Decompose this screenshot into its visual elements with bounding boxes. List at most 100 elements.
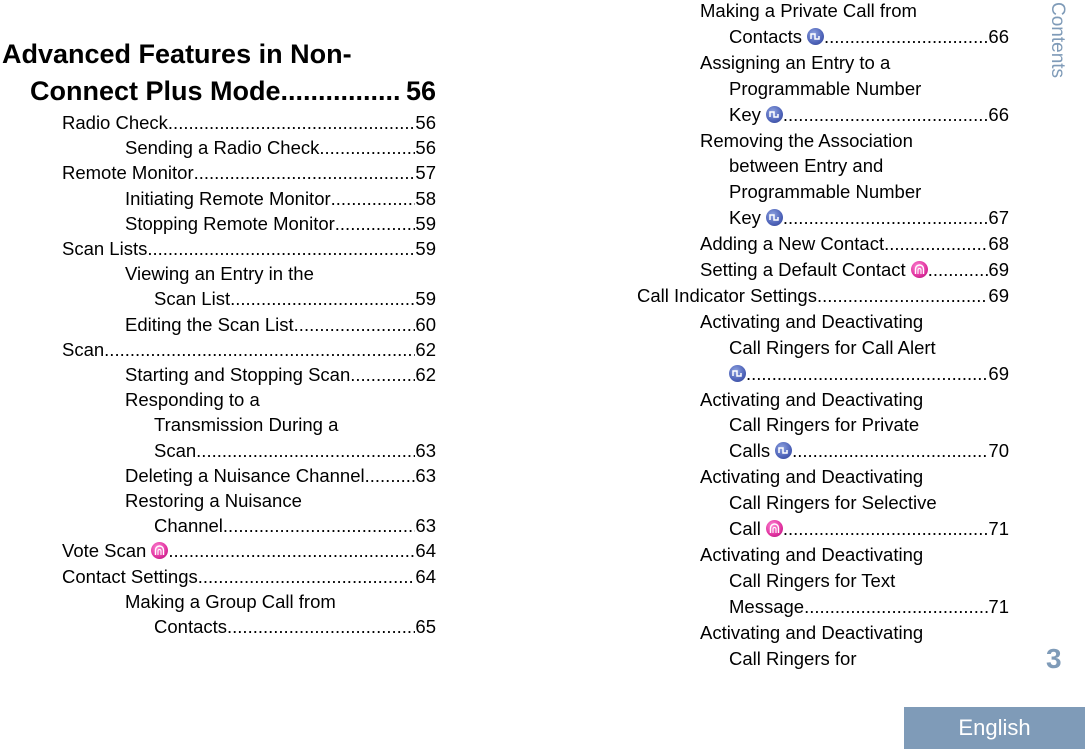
toc-entry-page: 63 [415, 515, 436, 537]
leader-dots: ........................................… [824, 25, 989, 47]
toc-entry[interactable]: Stopping Remote Monitor.................… [125, 211, 436, 236]
section-heading-line1: Advanced Features in Non- [2, 39, 352, 69]
toc-entry: Call Ringers for Call Alert [729, 335, 1009, 360]
toc-entry-page: 69 [988, 362, 1009, 384]
section-heading-entry[interactable]: Connect Plus Mode ......................… [30, 73, 436, 109]
toc-entry[interactable]: Adding a New Contact....................… [700, 231, 1009, 256]
toc-entry-title: Responding to a [125, 389, 260, 411]
toc-entry-title: Contacts [729, 25, 803, 47]
toc-entry-title: Activating and Deactivating [700, 543, 924, 565]
toc-entry-title: Setting a Default Contact [700, 259, 906, 280]
blue-digital-icon [729, 364, 746, 382]
toc-entry-title: Making a Private Call from [700, 0, 917, 21]
toc-entry[interactable]: Vote Scan...............................… [62, 538, 436, 563]
toc-entry-title: Call Ringers for [729, 647, 857, 669]
leader-dots: ........................................… [804, 595, 988, 617]
toc-entry: Assigning an Entry to a [700, 50, 1009, 75]
toc-entry-title: Key [729, 207, 761, 229]
toc-entry: Transmission During a [154, 412, 436, 437]
toc-entry-page: 68 [988, 233, 1009, 255]
toc-entry-page: 60 [415, 313, 436, 335]
toc-entry[interactable]: Contacts................................… [154, 614, 436, 639]
toc-entry-title: Activating and Deactivating [700, 310, 924, 332]
toc-entry-page: 59 [415, 288, 436, 310]
toc-entry: Viewing an Entry in the [125, 261, 436, 286]
toc-entry-title: Making a Group Call from [125, 590, 336, 612]
toc-entry[interactable]: Contacts................................… [729, 24, 1009, 49]
toc-entry[interactable]: Call....................................… [729, 516, 1009, 541]
language-tab-label: English [958, 715, 1031, 740]
toc-entry[interactable]: Scan....................................… [62, 337, 436, 362]
toc-entry-title: Channel [154, 515, 223, 537]
leader-dots: ........................................… [197, 565, 416, 587]
toc-entry[interactable]: Editing the Scan List...................… [125, 312, 436, 337]
toc-entry-title: Starting and Stopping Scan [125, 364, 351, 385]
toc-entry[interactable]: Setting a Default Contact...............… [700, 257, 1009, 282]
toc-entry[interactable]: Contact Settings........................… [62, 564, 436, 589]
toc-entry: Making a Private Call from [700, 0, 1009, 23]
toc-entry: Activating and Deactivating [700, 620, 1009, 645]
toc-entry: Call Ringers for [729, 646, 1009, 671]
toc-entry-title: Removing the Association [700, 129, 913, 151]
leader-dots: ........................................… [230, 288, 416, 310]
blue-digital-icon [765, 209, 783, 227]
toc-entry[interactable]: Remote Monitor..........................… [62, 160, 436, 185]
toc-entry-title: Calls [729, 440, 771, 462]
toc-entry[interactable]: ........................................… [729, 361, 1009, 386]
toc-entry-page: 59 [415, 238, 436, 259]
pink-connect-plus-icon [151, 542, 169, 560]
toc-entry[interactable]: Call Indicator Settings.................… [637, 283, 1009, 308]
leader-dots: ........................................… [168, 540, 416, 562]
pink-connect-plus-icon [765, 520, 783, 537]
leader-dots: ........................................… [746, 362, 988, 384]
leader-dots: ........................................… [350, 364, 415, 385]
toc-entry-page: 71 [988, 595, 1009, 617]
leader-dots: ........................................… [227, 616, 416, 637]
toc-entry[interactable]: Key.....................................… [729, 205, 1009, 230]
toc-entry-title: Contacts [154, 616, 228, 637]
toc-entry-title: between Entry and [729, 155, 884, 177]
toc-entry-page: 63 [415, 439, 436, 461]
toc-entry-title: Editing the Scan List [125, 313, 294, 335]
toc-entry-title: Call Ringers for Text [729, 569, 896, 591]
toc-entry[interactable]: Initiating Remote Monitor...............… [125, 186, 436, 211]
toc-entry-page: 63 [415, 464, 436, 486]
toc-entry: Making a Group Call from [125, 589, 436, 614]
toc-entry: Activating and Deactivating [700, 542, 1009, 567]
toc-entry-page: 64 [415, 565, 436, 587]
toc-entry[interactable]: Calls...................................… [729, 438, 1009, 463]
toc-entry[interactable]: Message.................................… [729, 594, 1009, 619]
leader-dots: ........................................… [147, 238, 415, 259]
leader-dots: ........................................… [334, 212, 416, 234]
leader-dots: ........................................… [884, 233, 988, 255]
toc-entry[interactable]: Radio Check.............................… [62, 110, 436, 135]
toc-entry[interactable]: Sending a Radio Check...................… [125, 135, 436, 160]
toc-entry-title: Call Ringers for Private [729, 414, 920, 436]
toc-entry[interactable]: Scan Lists..............................… [62, 236, 436, 261]
toc-entry-title: Transmission During a [154, 414, 339, 436]
toc-entry-title: Activating and Deactivating [700, 621, 924, 643]
toc-entry-title: Scan List [154, 288, 231, 310]
toc-entry-title: Call [729, 518, 761, 539]
toc-entry[interactable]: Deleting a Nuisance Channel.............… [125, 463, 436, 488]
section-heading-page: 56 [405, 76, 436, 106]
toc-entry-page: 59 [415, 212, 436, 234]
leader-dots: ........................................… [104, 338, 415, 360]
side-label-text: Contents [1047, 2, 1068, 79]
leader-dots: ........................................… [193, 162, 416, 184]
toc-entry-page: 70 [988, 440, 1009, 462]
toc-entry[interactable]: Starting and Stopping Scan..............… [125, 362, 436, 387]
toc-entry-page: 56 [415, 137, 436, 159]
toc-entry-title: Scan Lists [62, 238, 148, 259]
toc-entry: Responding to a [125, 387, 436, 412]
leader-dots: ........................................… [330, 187, 416, 209]
side-tab-contents: Contents [1044, 2, 1074, 92]
toc-entry: Activating and Deactivating [700, 464, 1009, 489]
toc-entry[interactable]: Key.....................................… [729, 102, 1009, 127]
toc-entry[interactable]: Scan....................................… [154, 438, 436, 463]
toc-entry[interactable]: Channel.................................… [154, 513, 436, 538]
toc-entry-title: Vote Scan [62, 540, 147, 562]
toc-entry[interactable]: Scan List...............................… [154, 286, 436, 311]
toc-entry-title: Call Ringers for Selective [729, 492, 937, 514]
toc-entry-title: Call Ringers for Call Alert [729, 336, 936, 358]
